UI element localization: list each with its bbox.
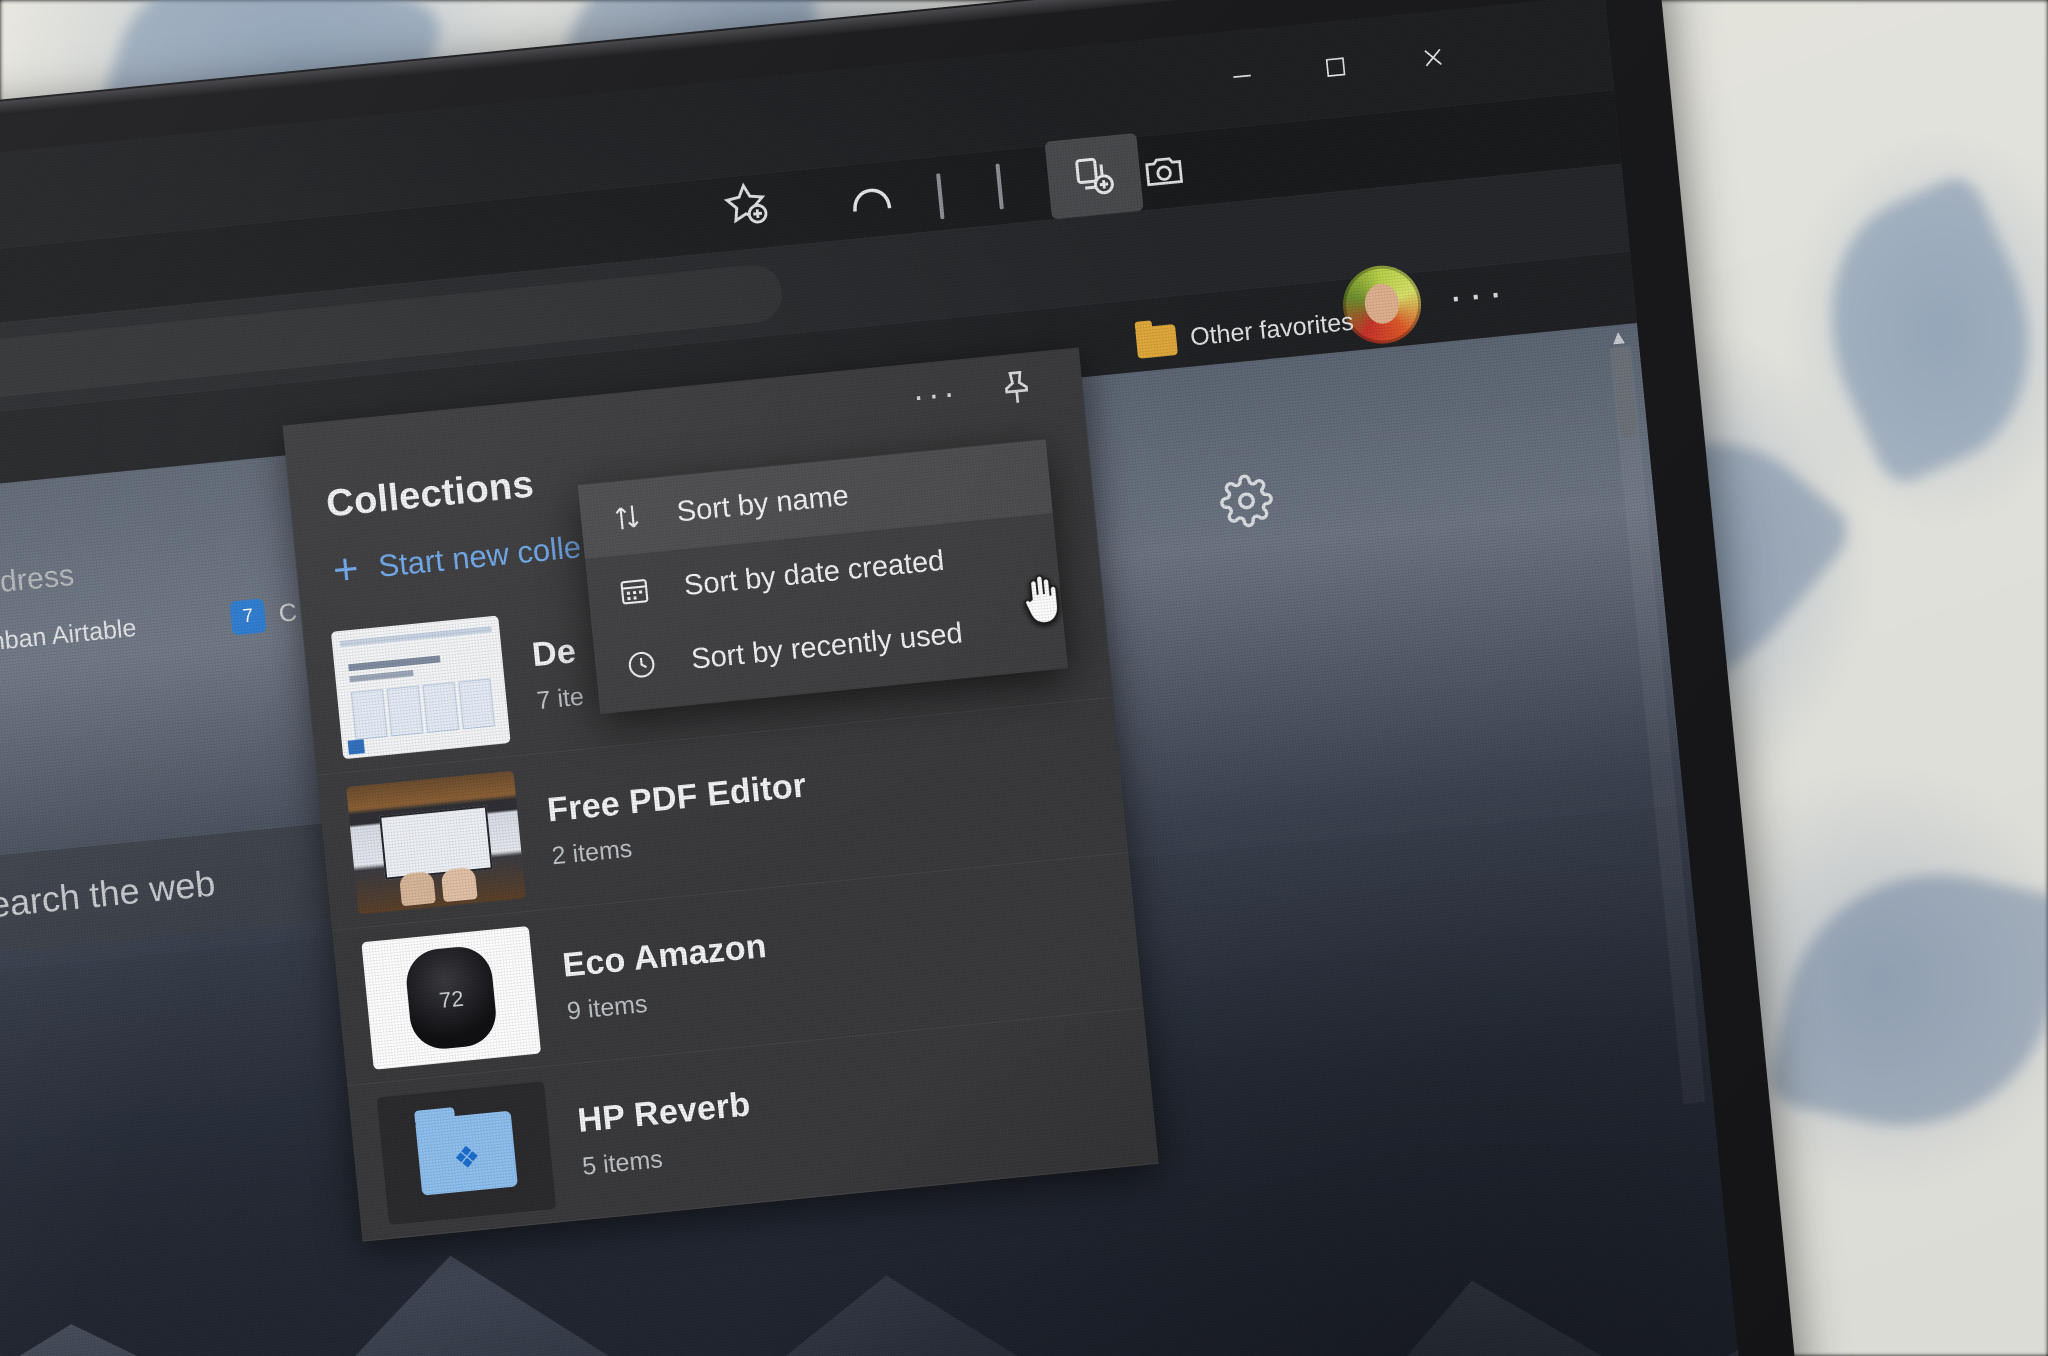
more-horizontal-icon[interactable]: ··· — [911, 374, 961, 417]
photo-scene: Search the web ▲ ··· address Kanban Airt… — [0, 0, 2048, 1356]
laptop: Search the web ▲ ··· address Kanban Airt… — [0, 0, 1808, 1356]
menu-item-label: Sort by recently used — [689, 616, 965, 676]
pointer-hand-cursor — [1016, 570, 1067, 628]
favorites-icon[interactable] — [836, 164, 906, 234]
start-new-collection-button[interactable]: + Start new colle — [330, 525, 583, 596]
more-horizontal-icon[interactable]: ··· — [1438, 263, 1519, 326]
clock-icon — [620, 643, 664, 687]
collection-item-count: 9 items — [565, 989, 649, 1026]
gear-icon[interactable] — [1217, 471, 1276, 535]
close-button[interactable] — [1400, 27, 1467, 89]
folder-icon — [1135, 324, 1178, 359]
pin-icon[interactable] — [995, 366, 1039, 415]
collection-item-count: 5 items — [580, 1144, 664, 1181]
minimize-button[interactable] — [1208, 45, 1275, 107]
star-add-icon[interactable] — [710, 168, 780, 238]
laptop-screen: Search the web ▲ ··· address Kanban Airt… — [0, 0, 1752, 1356]
maximize-button[interactable] — [1302, 36, 1369, 98]
collection-name: HP Reverb — [575, 1084, 752, 1140]
favorites-bar-item-label: C — [277, 597, 299, 628]
photo-tablet-thumb — [346, 770, 526, 915]
favorites-bar-item-c[interactable]: C — [229, 595, 299, 636]
scroll-up-icon[interactable]: ▲ — [1608, 326, 1630, 351]
sort-arrows-icon — [605, 496, 649, 540]
thermostat-thumb: 72 — [361, 925, 542, 1070]
start-new-collection-label: Start new colle — [376, 529, 583, 584]
collections-add-icon[interactable] — [1044, 132, 1144, 220]
collection-name: De — [530, 631, 578, 674]
dropbox-folder-thumb: ❖ — [376, 1080, 557, 1225]
menu-item-label: Sort by date created — [682, 544, 946, 602]
collection-name: Eco Amazon — [560, 926, 769, 985]
thermostat-value: 72 — [437, 985, 465, 1014]
collection-item-count: 7 ite — [535, 682, 586, 715]
document-thumb — [330, 614, 511, 759]
sort-context-menu: Sort by name Sort by date created Sort b… — [577, 439, 1068, 714]
plus-icon: + — [330, 543, 361, 596]
calendar-icon — [613, 569, 657, 613]
calendar-blue-icon — [229, 598, 267, 636]
menu-item-label: Sort by name — [675, 479, 851, 528]
